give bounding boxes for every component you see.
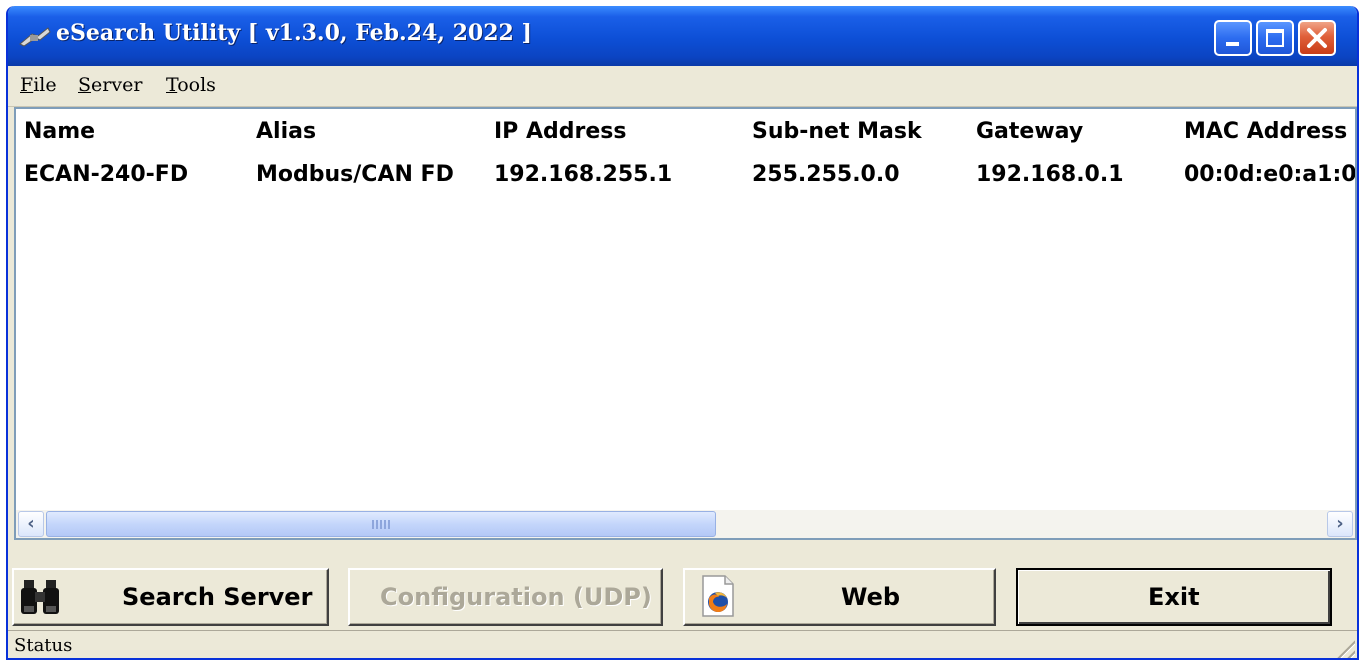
- server-list[interactable]: Name Alias IP Address Sub-net Mask Gatew…: [14, 107, 1357, 540]
- grip-icon: [372, 520, 390, 529]
- exit-button[interactable]: Exit: [1016, 568, 1332, 626]
- close-icon: [1307, 28, 1327, 48]
- search-server-label: Search Server: [122, 583, 313, 611]
- scroll-left-button[interactable]: ‹: [18, 511, 44, 537]
- menu-server[interactable]: Server: [78, 74, 142, 96]
- network-plug-icon: [19, 27, 51, 47]
- column-header-alias[interactable]: Alias: [256, 109, 486, 155]
- status-bar: Status: [8, 630, 1357, 658]
- search-server-button[interactable]: Search Server: [12, 568, 329, 626]
- horizontal-scrollbar[interactable]: ‹ ›: [16, 510, 1355, 538]
- chevron-right-icon: ›: [1336, 513, 1344, 534]
- minimize-button[interactable]: [1214, 20, 1252, 56]
- cell-subnet-mask: 255.255.0.0: [752, 162, 900, 187]
- scroll-right-button[interactable]: ›: [1327, 511, 1353, 537]
- chevron-left-icon: ‹: [27, 513, 35, 534]
- esearch-window: eSearch Utility [ v1.3.0, Feb.24, 2022 ]…: [6, 6, 1359, 660]
- menu-tools[interactable]: Tools: [166, 74, 216, 96]
- column-header-subnet-mask[interactable]: Sub-net Mask: [752, 109, 967, 155]
- web-label: Web: [841, 583, 901, 611]
- cell-mac-address: 00:0d:e0:a1:0: [1184, 162, 1355, 187]
- title-bar[interactable]: eSearch Utility [ v1.3.0, Feb.24, 2022 ]: [8, 6, 1357, 66]
- firefox-icon: [702, 575, 734, 617]
- window-title: eSearch Utility [ v1.3.0, Feb.24, 2022 ]: [56, 20, 532, 46]
- column-header-gateway[interactable]: Gateway: [976, 109, 1176, 155]
- column-header-ip-address[interactable]: IP Address: [494, 109, 744, 155]
- configuration-udp-button[interactable]: Configuration (UDP): [348, 568, 663, 626]
- column-header-mac-address[interactable]: MAC Address: [1184, 109, 1355, 155]
- web-button[interactable]: Web: [683, 568, 996, 626]
- resize-grip-icon[interactable]: [1333, 637, 1355, 658]
- menu-bar: File Server Tools: [8, 66, 1357, 107]
- cell-gateway: 192.168.0.1: [976, 162, 1124, 187]
- status-text: Status: [14, 635, 73, 656]
- binoculars-icon: [21, 580, 59, 614]
- cell-alias: Modbus/CAN FD: [256, 162, 454, 187]
- menu-file[interactable]: File: [20, 74, 57, 96]
- cell-ip-address: 192.168.255.1: [494, 162, 673, 187]
- table-row[interactable]: ECAN-240-FD Modbus/CAN FD 192.168.255.1 …: [16, 155, 1355, 195]
- cell-name: ECAN-240-FD: [24, 162, 189, 187]
- column-header-name[interactable]: Name: [24, 109, 244, 155]
- scroll-thumb[interactable]: [46, 511, 716, 537]
- maximize-button[interactable]: [1256, 20, 1294, 56]
- close-button[interactable]: [1298, 20, 1336, 56]
- list-header: Name Alias IP Address Sub-net Mask Gatew…: [16, 109, 1355, 155]
- minimize-icon: [1226, 42, 1239, 46]
- configuration-udp-label: Configuration (UDP): [380, 583, 652, 611]
- maximize-icon: [1266, 29, 1284, 47]
- exit-label: Exit: [1148, 583, 1200, 611]
